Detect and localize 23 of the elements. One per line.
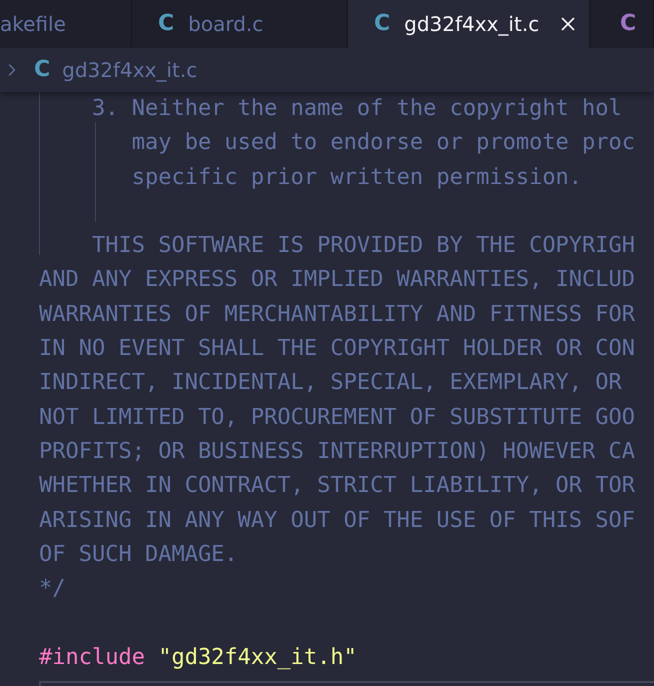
comment-text: IN NO EVENT SHALL THE COPYRIGHT HOLDER OR CON	[39, 335, 636, 364]
comment-text: ARISING IN ANY WAY OUT OF THE USE OF THIS SOF	[39, 506, 636, 535]
comment-text: */	[39, 575, 66, 604]
comment-text: WARRANTIES OF MERCHANTABILITY AND FITNESS FOR	[39, 300, 636, 329]
preprocessor-keyword: #include	[39, 644, 145, 672]
comment-text: NOT LIMITED TO, PROCUREMENT OF SUBSTITUTE GOO	[39, 404, 636, 432]
c-file-icon: C	[620, 13, 636, 35]
editor-tab[interactable]: C gd32f4xx_it.c	[348, 0, 590, 48]
comment-text: WHETHER IN CONTRACT, STRICT LIABILITY, OR TOR	[39, 472, 636, 500]
comment-text: AND ANY EXPRESS OR IMPLIED WARRANTIES, INCLUD	[39, 266, 636, 294]
comment-text: 3. Neither the name of the copyright hol	[90, 95, 622, 123]
comment-text: may be used to endorse or promote proc	[130, 129, 636, 158]
comment-text: PROFITS; OR BUSINESS INTERRUPTION) HOWEVER CA	[39, 438, 636, 466]
string-literal: "gd32f4xx_it.h"	[158, 644, 357, 672]
breadcrumb-item[interactable]: gd32f4xx_it.c	[62, 58, 198, 82]
c-file-icon: C	[374, 13, 390, 35]
comment-text: OF SUCH DAMAGE.	[39, 540, 238, 569]
comment-text: INDIRECT, INCIDENTAL, SPECIAL, EXEMPLARY, OR	[39, 369, 622, 398]
editor-tab[interactable]: akefile	[0, 0, 132, 48]
c-file-icon: C	[158, 13, 174, 35]
c-file-icon: C	[34, 59, 50, 81]
comment-text: specific prior written permission.	[130, 164, 582, 192]
comment-text: THIS SOFTWARE IS PROVIDED BY THE COPYRIGH	[90, 232, 636, 260]
